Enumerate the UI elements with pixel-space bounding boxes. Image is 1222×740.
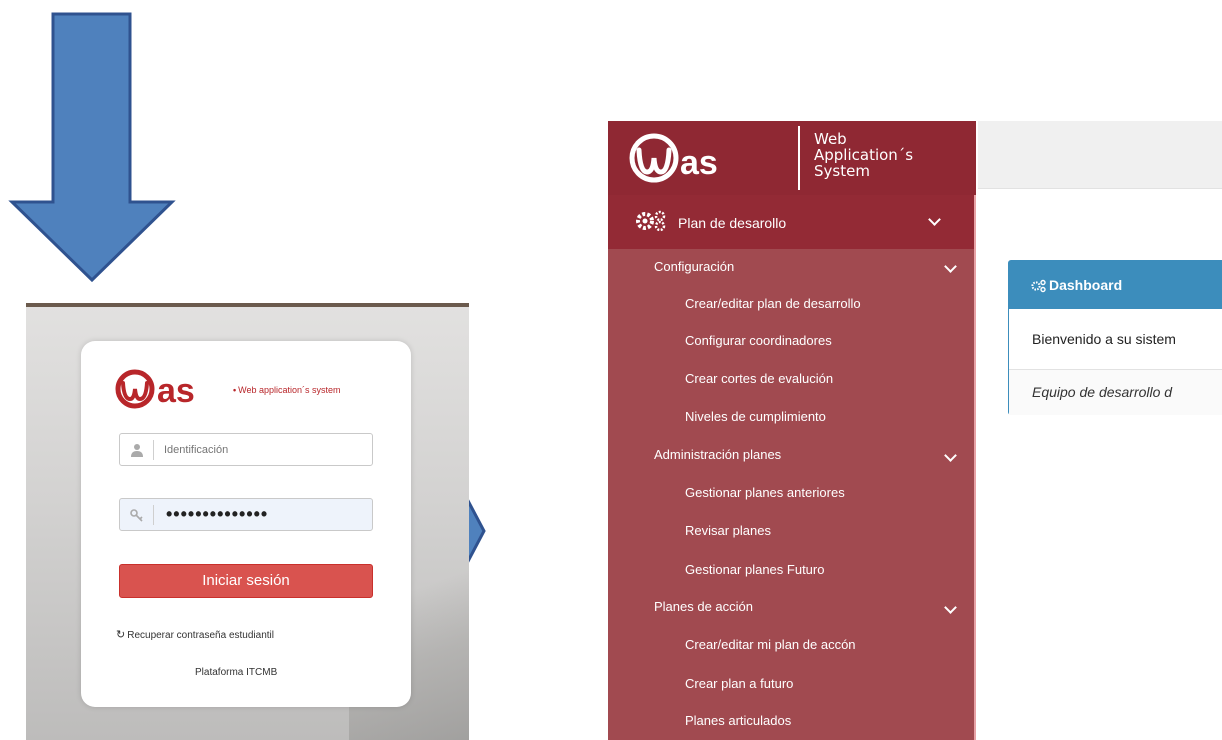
identification-field[interactable] xyxy=(119,433,373,466)
refresh-icon: ↻ xyxy=(116,629,126,641)
sidebar: as Web Application´s System Plan de desa… xyxy=(608,121,976,740)
login-button[interactable]: Iniciar sesión xyxy=(119,564,373,598)
menu-header-label: Plan de desarollo xyxy=(678,215,787,231)
recover-password-link[interactable]: ↻ Recuperar contraseña estudiantil xyxy=(116,628,274,641)
dashboard-title: Dashboard xyxy=(1049,277,1123,293)
app-logo-text: as xyxy=(680,144,718,182)
menu-item-crear-plan-futuro[interactable]: Crear plan a futuro xyxy=(685,676,793,691)
footer-text: Equipo de desarrollo d xyxy=(1032,384,1173,400)
menu-group-administracion[interactable]: Administración planes xyxy=(654,447,781,462)
top-navbar xyxy=(978,121,1222,189)
menu-item-planes-articulados[interactable]: Planes articulados xyxy=(685,713,791,728)
logo-tagline-line: System xyxy=(814,162,870,180)
gears-icon xyxy=(636,210,666,232)
down-arrow-icon xyxy=(8,12,176,283)
was-logo: as xyxy=(629,133,718,183)
menu-item-crear-editar-plan[interactable]: Crear/editar plan de desarrollo xyxy=(685,296,861,311)
menu-item-gestionar-futuro[interactable]: Gestionar planes Futuro xyxy=(685,562,824,577)
menu-item-revisar-planes[interactable]: Revisar planes xyxy=(685,523,771,538)
menu-plan-de-desarrollo[interactable]: Plan de desarollo xyxy=(608,195,974,249)
chevron-down-icon[interactable] xyxy=(928,213,941,226)
chevron-down-icon[interactable] xyxy=(944,260,957,273)
menu-group-configuracion[interactable]: Configuración xyxy=(654,259,734,274)
user-icon xyxy=(131,444,143,457)
key-icon xyxy=(130,509,143,522)
logo-tagline-line: Application´s xyxy=(814,146,914,164)
password-field[interactable]: •••••••••••••• xyxy=(119,498,373,531)
dashboard-card-header: Dashboard xyxy=(1009,261,1222,309)
sidebar-logo: as Web Application´s System xyxy=(608,121,976,195)
logo-tagline-line: Web xyxy=(814,130,847,148)
menu-item-configurar-coordinadores[interactable]: Configurar coordinadores xyxy=(685,333,832,348)
password-input[interactable]: •••••••••••••• xyxy=(166,504,268,525)
login-logo-text: as xyxy=(157,372,195,409)
menu-item-gestionar-anteriores[interactable]: Gestionar planes anteriores xyxy=(685,485,845,500)
login-tagline-text: Web application´s system xyxy=(238,385,341,395)
chevron-down-icon[interactable] xyxy=(944,601,957,614)
chevron-down-icon[interactable] xyxy=(944,449,957,462)
field-separator xyxy=(153,440,154,460)
login-top-border xyxy=(26,303,469,307)
menu-group-planes-accion[interactable]: Planes de acción xyxy=(654,599,753,614)
gears-icon xyxy=(1031,279,1046,293)
login-card: as •Web application´s system •••••••••••… xyxy=(81,341,411,707)
platform-label: Plataforma ITCMB xyxy=(195,667,278,678)
menu-item-crear-mi-plan[interactable]: Crear/editar mi plan de accón xyxy=(685,637,856,652)
login-screen: as •Web application´s system •••••••••••… xyxy=(26,303,469,740)
logo-tagline: Web Application´s System xyxy=(814,131,913,179)
menu-item-crear-cortes[interactable]: Crear cortes de evalución xyxy=(685,371,833,386)
logo-divider xyxy=(798,126,800,190)
dashboard-screen: as Web Application´s System Plan de desa… xyxy=(608,121,1222,740)
dashboard-card: Dashboard Bienvenido a su sistem Equipo … xyxy=(1008,260,1222,415)
field-separator xyxy=(153,505,154,525)
recover-password-text[interactable]: Recuperar contraseña estudiantil xyxy=(127,630,274,641)
dashboard-card-footer: Equipo de desarrollo d xyxy=(1009,369,1222,415)
welcome-text: Bienvenido a su sistem xyxy=(1032,331,1176,347)
identification-input[interactable] xyxy=(164,441,364,459)
menu-item-niveles-cumplimiento[interactable]: Niveles de cumplimiento xyxy=(685,409,826,424)
login-tagline: • Web application´s system xyxy=(233,385,341,395)
